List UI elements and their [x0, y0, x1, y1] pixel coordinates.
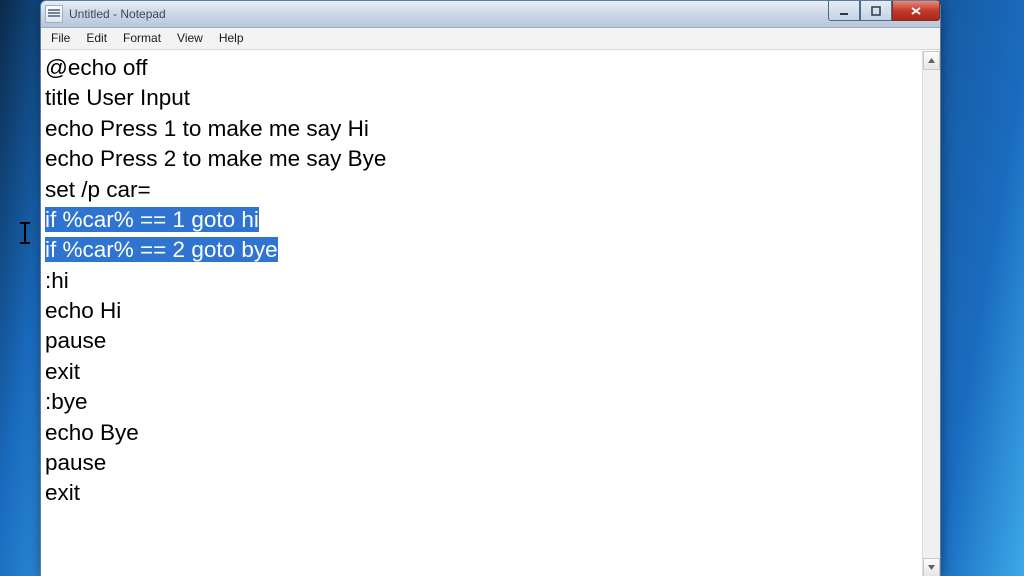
editor-line[interactable]: :hi [45, 266, 922, 296]
selected-text[interactable]: if %car% == 1 goto hi [45, 207, 259, 232]
scroll-up-button[interactable] [923, 51, 940, 70]
editor-line[interactable]: echo Bye [45, 418, 922, 448]
minimize-button[interactable] [828, 1, 860, 21]
window-title: Untitled - Notepad [69, 7, 166, 21]
editor-line[interactable]: :bye [45, 387, 922, 417]
scroll-track[interactable] [923, 70, 940, 558]
editor-line[interactable]: echo Press 2 to make me say Bye [45, 144, 922, 174]
desktop-background: Untitled - Notepad File Edit Form [0, 0, 1024, 576]
titlebar[interactable]: Untitled - Notepad [41, 1, 940, 28]
minimize-icon [839, 6, 849, 16]
menu-edit[interactable]: Edit [78, 28, 115, 49]
menu-bar: File Edit Format View Help [41, 28, 940, 50]
window-controls [828, 1, 940, 20]
close-button[interactable] [892, 1, 940, 21]
scroll-down-button[interactable] [923, 558, 940, 576]
menu-format[interactable]: Format [115, 28, 169, 49]
editor-line[interactable]: title User Input [45, 83, 922, 113]
maximize-button[interactable] [860, 1, 892, 21]
editor-line[interactable]: if %car% == 2 goto bye [45, 235, 922, 265]
close-icon [910, 6, 922, 16]
menu-file[interactable]: File [43, 28, 78, 49]
editor-line[interactable]: exit [45, 478, 922, 508]
editor-line[interactable]: set /p car= [45, 175, 922, 205]
editor-line[interactable]: pause [45, 448, 922, 478]
editor-line[interactable]: exit [45, 357, 922, 387]
selected-text[interactable]: if %car% == 2 goto bye [45, 237, 278, 262]
menu-help[interactable]: Help [211, 28, 252, 49]
chevron-up-icon [927, 56, 936, 65]
chevron-down-icon [927, 563, 936, 572]
editor-line[interactable]: if %car% == 1 goto hi [45, 205, 922, 235]
menu-view[interactable]: View [169, 28, 211, 49]
text-editor[interactable]: @echo offtitle User Inputecho Press 1 to… [41, 51, 922, 576]
editor-line[interactable]: @echo off [45, 53, 922, 83]
client-area: @echo offtitle User Inputecho Press 1 to… [41, 50, 940, 576]
editor-line[interactable]: echo Press 1 to make me say Hi [45, 114, 922, 144]
text-cursor-ibeam [20, 222, 30, 244]
notepad-icon [45, 5, 63, 23]
editor-line[interactable]: echo Hi [45, 296, 922, 326]
maximize-icon [871, 6, 881, 16]
editor-line[interactable]: pause [45, 326, 922, 356]
notepad-window: Untitled - Notepad File Edit Form [40, 0, 941, 576]
vertical-scrollbar[interactable] [922, 51, 940, 576]
